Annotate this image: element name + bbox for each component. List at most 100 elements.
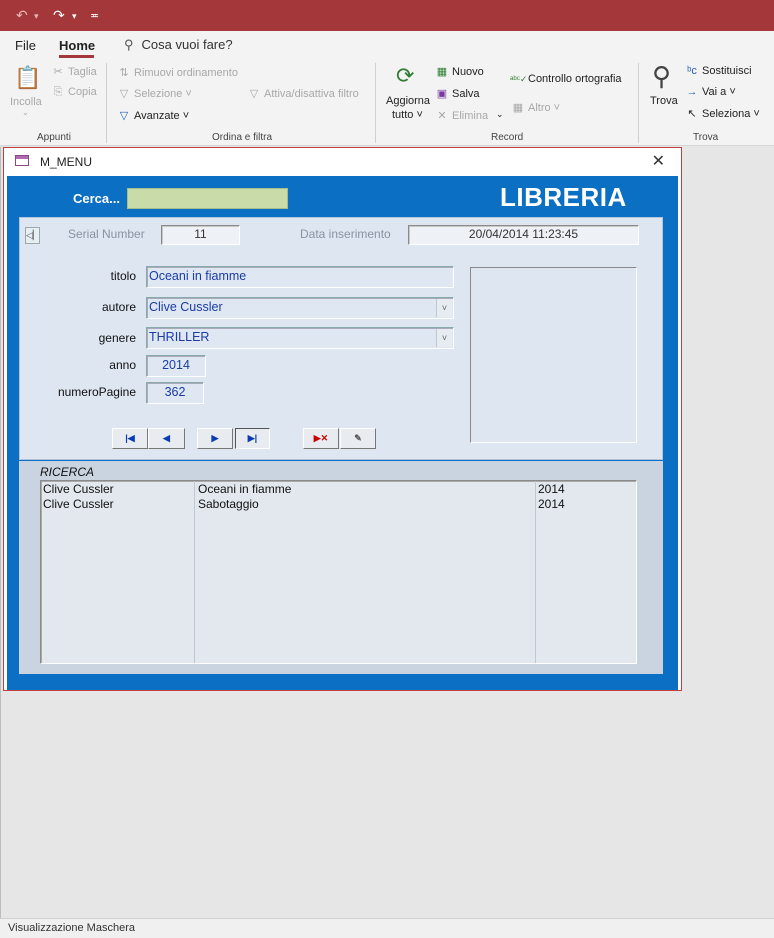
advanced-filter-icon: ▽: [119, 110, 129, 122]
redo-dropdown-icon[interactable]: ▾: [72, 11, 77, 22]
workspace-edge: [0, 147, 1, 918]
refresh-all-icon: ⟳: [396, 63, 415, 88]
genre-combo[interactable]: THRILLER ˅: [146, 327, 454, 349]
status-bar: Visualizzazione Maschera: [0, 918, 774, 938]
cut-label: Taglia: [68, 66, 97, 78]
title-field[interactable]: Oceani in fiamme: [146, 266, 454, 288]
author-combo[interactable]: Clive Cussler ˅: [146, 297, 454, 319]
author-label: autore: [101, 300, 136, 314]
group-separator: [106, 63, 107, 143]
save-button[interactable]: ▣ Salva: [434, 87, 480, 100]
genre-value: THRILLER: [149, 330, 210, 344]
refresh-all-button[interactable]: Aggiorna: [386, 95, 430, 107]
group-label-trova: Trova: [693, 132, 719, 143]
refresh-all-label2: tutto: [392, 109, 414, 121]
new-record-button[interactable]: ▦ Nuovo: [434, 65, 484, 78]
save-label: Salva: [452, 88, 480, 100]
arrow-right-icon: →: [686, 86, 698, 98]
form-window-title: M_MENU: [40, 155, 93, 169]
list-item-year: 2014: [538, 482, 565, 496]
replace-icon: ᵇc: [687, 65, 697, 77]
chevron-down-icon[interactable]: ˅: [436, 329, 452, 347]
date-inserted-field: 20/04/2014 11:23:45: [408, 225, 639, 245]
close-icon[interactable]: ✕: [652, 151, 665, 171]
tell-me-search[interactable]: ⚲ Cosa vuoi fare?: [124, 37, 233, 53]
edit-record-button[interactable]: ✎: [340, 428, 376, 449]
find-button[interactable]: Trova: [650, 95, 678, 107]
select-button[interactable]: ↖ Seleziona ˅: [684, 107, 759, 120]
last-record-button[interactable]: ▶|: [235, 428, 270, 449]
remove-sort-label: Rimuovi ordinamento: [134, 67, 238, 79]
advanced-label: Avanzate: [134, 110, 180, 122]
delete-dropdown-icon[interactable]: ⌄: [496, 109, 504, 120]
selection-filter-button[interactable]: ▽ Selezione ˅: [116, 87, 192, 100]
app-title: LIBRERIA: [500, 182, 627, 212]
results-listbox[interactable]: Clive Cussler Oceani in fiamme 2014 Cliv…: [40, 480, 637, 664]
next-record-button[interactable]: ▶: [197, 428, 233, 449]
scissors-icon: ✂: [53, 66, 63, 78]
tab-home[interactable]: Home: [59, 38, 95, 53]
serial-number-label: Serial Number: [68, 227, 145, 241]
delete-icon: ✕: [437, 110, 447, 122]
cover-image-frame: [470, 267, 637, 443]
year-field[interactable]: 2014: [146, 355, 206, 377]
year-label: anno: [109, 358, 136, 372]
delete-record-button[interactable]: ▶✕: [303, 428, 339, 449]
form-body: Cerca... LIBRERIA ◁▏ Serial Number 11 Da…: [7, 176, 678, 690]
delete-record-icon: ▶✕: [313, 433, 329, 443]
undo-dropdown-icon[interactable]: ▾: [34, 11, 39, 22]
record-selector[interactable]: ◁▏: [25, 227, 40, 244]
goto-button[interactable]: → Vai a ˅: [684, 86, 736, 98]
selection-label: Selezione: [134, 88, 183, 100]
search-input[interactable]: [127, 188, 288, 209]
copy-button[interactable]: ⎘ Copia: [50, 86, 97, 99]
cut-button[interactable]: ✂ Taglia: [50, 65, 97, 78]
replace-button[interactable]: ᵇc Sostituisci: [684, 65, 751, 77]
filter-icon: ▽: [119, 88, 129, 100]
copy-label: Copia: [68, 86, 97, 98]
search-icon: ⚲: [124, 37, 134, 52]
first-record-icon: |◀: [125, 433, 135, 443]
author-value: Clive Cussler: [149, 300, 223, 314]
previous-record-button[interactable]: ◀: [148, 428, 185, 449]
customize-toolbar-icon[interactable]: ≖: [90, 9, 99, 22]
detail-section: ◁▏ Serial Number 11 Data inserimento 20/…: [19, 217, 663, 460]
form-window: M_MENU ✕ Cerca... LIBRERIA ◁▏ Serial Num…: [3, 147, 682, 691]
paste-button[interactable]: Incolla: [10, 96, 42, 108]
delete-button[interactable]: ✕ Elimina: [434, 109, 488, 122]
chevron-down-icon[interactable]: ˅: [436, 299, 452, 317]
tell-me-text: Cosa vuoi fare?: [141, 37, 233, 52]
remove-sort-button[interactable]: ⇅ Rimuovi ordinamento: [116, 66, 238, 79]
toggle-filter-label: Attiva/disattiva filtro: [264, 88, 359, 100]
advanced-filter-button[interactable]: ▽ Avanzate ˅: [116, 109, 189, 122]
save-icon: ▣: [436, 88, 448, 100]
copy-icon: ⎘: [53, 86, 63, 98]
list-item-title: Sabotaggio: [198, 497, 259, 511]
group-separator: [375, 63, 376, 143]
pencil-icon: ✎: [354, 433, 362, 443]
first-record-button[interactable]: |◀: [112, 428, 148, 449]
more-button[interactable]: ▦ Altro ˅: [510, 101, 560, 114]
paste-dropdown-icon[interactable]: ⌄: [22, 108, 29, 117]
ribbon: File Home ⚲ Cosa vuoi fare? 📋 Incolla ⌄ ✂…: [0, 31, 774, 146]
pages-field[interactable]: 362: [146, 382, 204, 404]
toggle-filter-button[interactable]: ▽ Attiva/disattiva filtro: [246, 87, 359, 100]
refresh-all-button-line2[interactable]: tutto ˅: [392, 109, 423, 121]
redo-icon[interactable]: ↷: [53, 7, 65, 24]
form-icon: [15, 155, 29, 166]
undo-icon[interactable]: ↶: [16, 7, 28, 24]
group-label-record: Record: [491, 132, 524, 143]
more-label: Altro: [528, 102, 551, 114]
spelling-button[interactable]: ᵃᵇᶜ✓Controllo ortografia: [510, 73, 622, 85]
spelling-label: Controllo ortografia: [528, 73, 622, 85]
status-text: Visualizzazione Maschera: [8, 922, 135, 934]
group-label-appunti: Appunti: [37, 132, 71, 143]
tab-file[interactable]: File: [15, 38, 36, 53]
search-results-section: RICERCA Clive Cussler Oceani in fiamme 2…: [19, 461, 663, 674]
grid-icon: ▦: [512, 102, 524, 114]
title-label: titolo: [110, 269, 136, 283]
title-bar: ↶ ▾ ↷ ▾ ≖: [0, 0, 774, 31]
serial-number-field: 11: [161, 225, 240, 245]
list-item-title: Oceani in fiamme: [198, 482, 292, 496]
previous-icon: ◀: [163, 433, 170, 443]
